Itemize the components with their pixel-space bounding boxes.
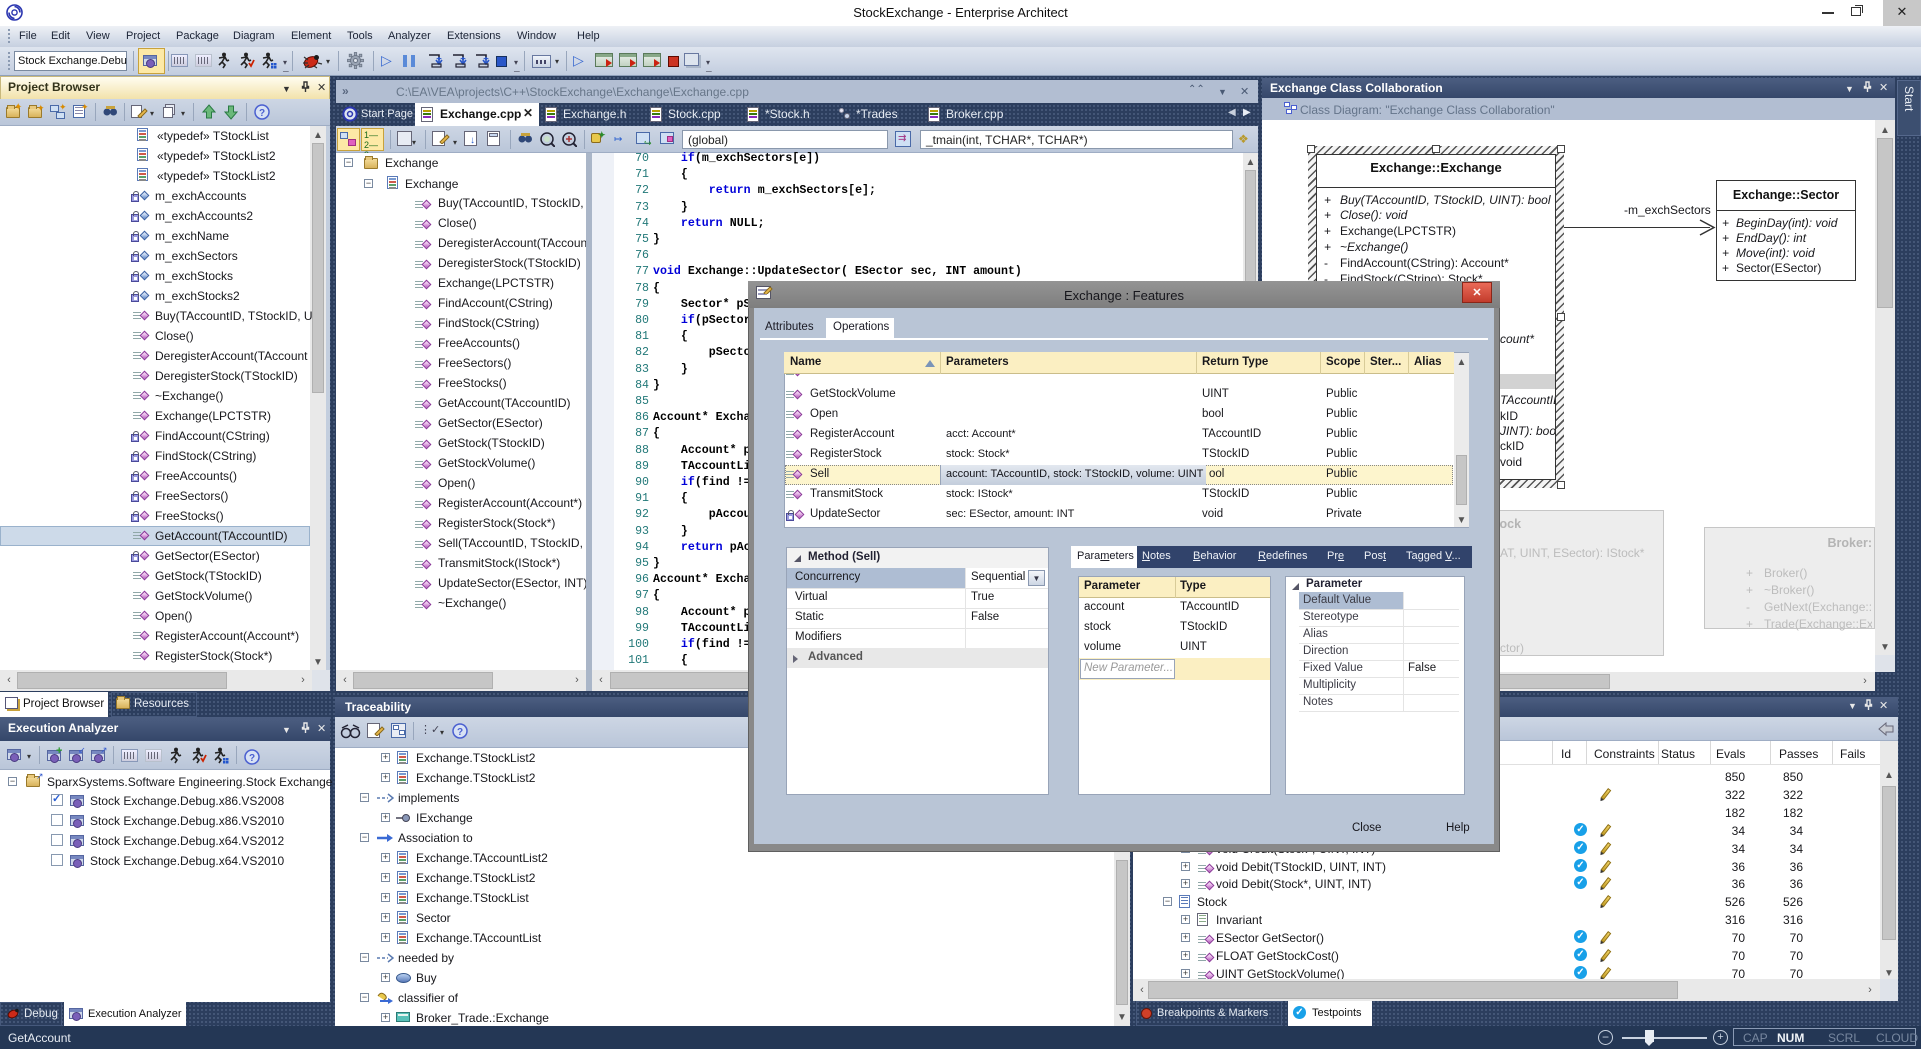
- svg-text:?: ?: [457, 727, 463, 738]
- svg-text:?: ?: [249, 753, 255, 764]
- svg-text:?: ?: [259, 108, 265, 119]
